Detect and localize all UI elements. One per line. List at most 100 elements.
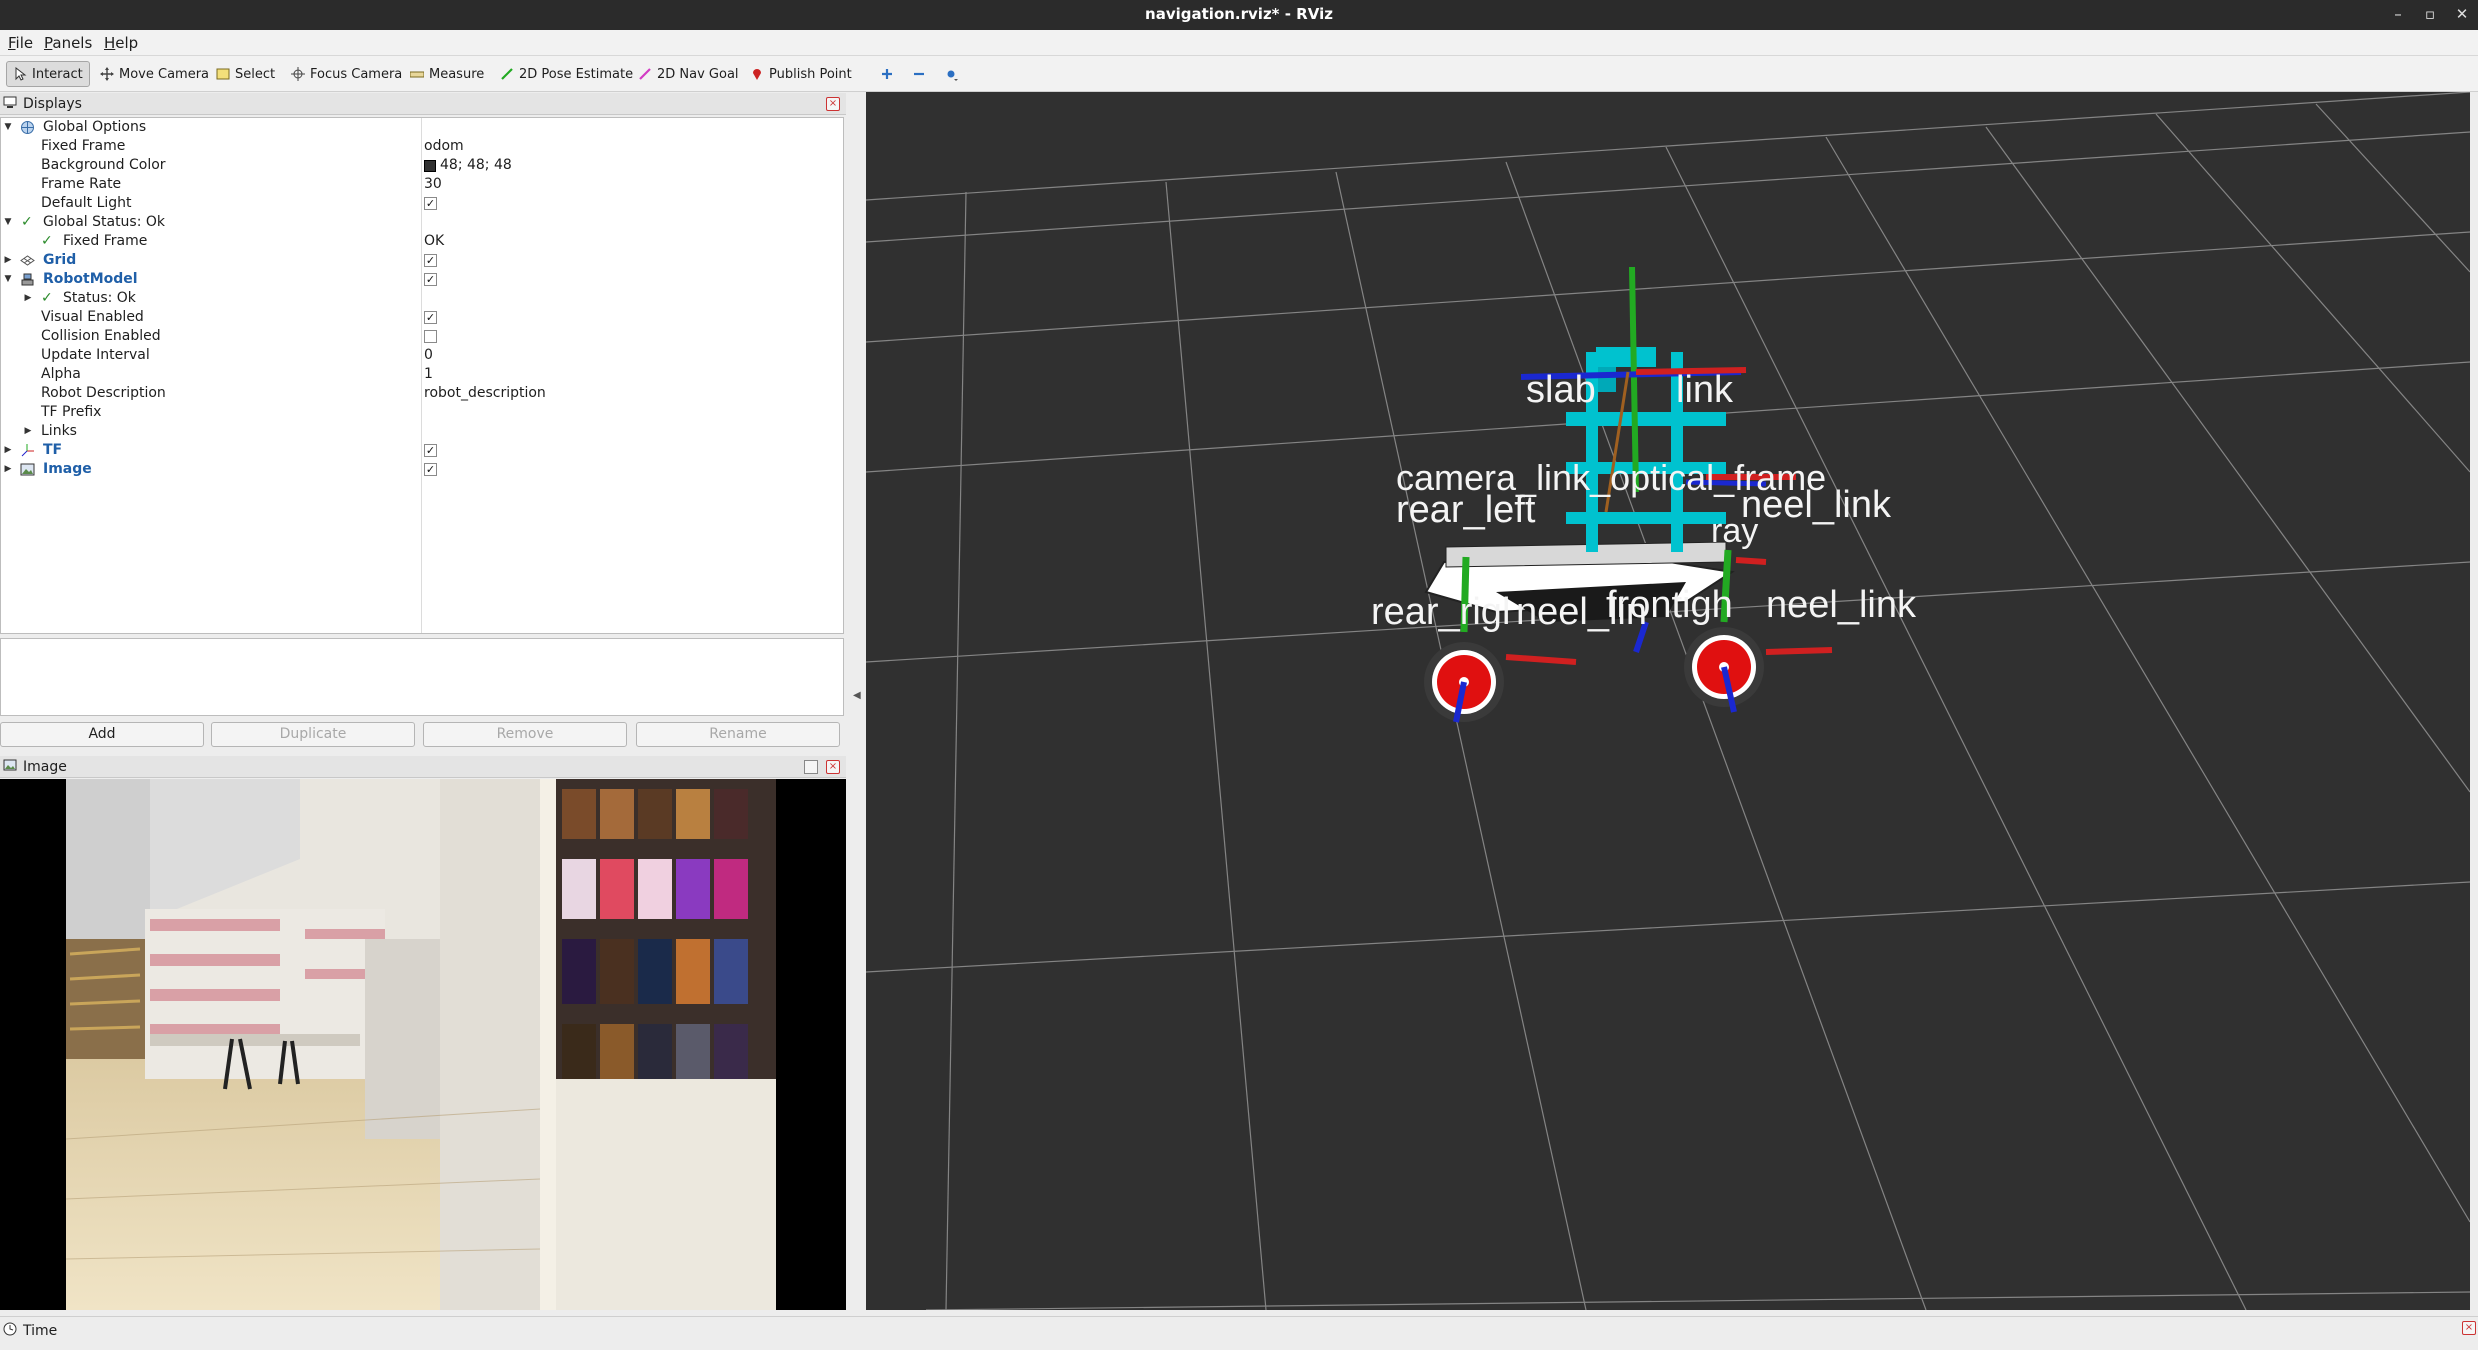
image-enabled-checkbox[interactable]: ✓ xyxy=(424,463,437,476)
pose-estimate-button[interactable]: 2D Pose Estimate xyxy=(494,61,639,87)
expand-right-icon[interactable]: ▶ xyxy=(23,422,33,441)
tree-row-global-status[interactable]: ▼ ✓ Global Status: Ok xyxy=(1,213,843,232)
close-panel-icon[interactable]: × xyxy=(2462,1321,2476,1335)
tree-row-fixed-frame[interactable]: Fixed Frame odom xyxy=(1,137,843,156)
displays-title: Displays xyxy=(23,95,82,112)
add-tool-button[interactable] xyxy=(874,61,900,87)
interact-tool-button[interactable]: Interact xyxy=(6,61,90,87)
tree-label: Collision Enabled xyxy=(41,328,161,344)
expand-right-icon[interactable]: ▶ xyxy=(3,251,13,270)
tree-row-collision-enabled[interactable]: Collision Enabled xyxy=(1,327,843,346)
tree-row-tf[interactable]: ▶ TF ✓ xyxy=(1,441,843,460)
menu-panels[interactable]: Panels xyxy=(44,34,92,52)
eye-dropdown-icon xyxy=(944,67,958,81)
tree-label: Status: Ok xyxy=(63,290,136,306)
collapse-splitter-handle[interactable]: ◀ xyxy=(853,690,861,701)
expand-down-icon[interactable]: ▼ xyxy=(3,118,13,137)
frame-label: neel_link xyxy=(1766,584,1917,626)
image-panel-icon xyxy=(3,758,17,776)
tf-enabled-checkbox[interactable]: ✓ xyxy=(424,444,437,457)
time-panel-title: Time xyxy=(23,1323,58,1339)
undock-panel-icon[interactable] xyxy=(804,760,818,774)
tree-row-visual-enabled[interactable]: Visual Enabled ✓ xyxy=(1,308,843,327)
move-camera-button[interactable]: Move Camera xyxy=(94,61,215,87)
pointer-icon xyxy=(13,66,27,81)
rename-display-button[interactable]: Rename xyxy=(636,722,840,747)
tree-row-global-options[interactable]: ▼ Global Options xyxy=(1,118,843,137)
alpha-value[interactable]: 1 xyxy=(424,365,433,384)
frame-rate-value[interactable]: 30 xyxy=(424,175,442,194)
collision-enabled-checkbox[interactable] xyxy=(424,330,437,343)
tree-row-robot-description[interactable]: Robot Description robot_description xyxy=(1,384,843,403)
tree-row-background-color[interactable]: Background Color 48; 48; 48 xyxy=(1,156,843,175)
ok-check-icon: ✓ xyxy=(41,233,53,249)
background-color-value[interactable]: 48; 48; 48 xyxy=(424,156,512,175)
clock-icon xyxy=(3,1322,17,1340)
tree-row-alpha[interactable]: Alpha 1 xyxy=(1,365,843,384)
time-panel-header: Time xyxy=(3,1322,57,1340)
tree-row-frame-rate[interactable]: Frame Rate 30 xyxy=(1,175,843,194)
expand-down-icon[interactable]: ▼ xyxy=(3,270,13,289)
duplicate-display-button[interactable]: Duplicate xyxy=(211,722,415,747)
frame-label: ray xyxy=(1711,512,1758,550)
maximize-icon[interactable]: ▫ xyxy=(2418,2,2442,26)
menu-help[interactable]: Help xyxy=(104,34,138,52)
property-description-area xyxy=(0,638,844,716)
tree-row-default-light[interactable]: Default Light ✓ xyxy=(1,194,843,213)
time-panel: Time × xyxy=(0,1316,2478,1350)
image-panel-header: Image × xyxy=(0,756,846,778)
update-interval-value[interactable]: 0 xyxy=(424,346,433,365)
scene-render: slab link rear_left neel_link rear_rigl … xyxy=(866,92,2470,1310)
robot-description-value[interactable]: robot_description xyxy=(424,384,546,403)
tree-row-robot-status[interactable]: ▶ ✓ Status: Ok xyxy=(1,289,843,308)
pose-estimate-label: 2D Pose Estimate xyxy=(519,66,634,82)
window-titlebar: navigation.rviz* - RViz – ▫ ✕ xyxy=(0,0,2478,30)
frame-label: slab xyxy=(1526,369,1596,411)
expand-down-icon[interactable]: ▼ xyxy=(3,213,13,232)
map-pin-icon xyxy=(750,67,764,81)
crosshair-icon xyxy=(291,67,305,81)
minimize-icon[interactable]: – xyxy=(2386,2,2410,26)
expand-right-icon[interactable]: ▶ xyxy=(3,460,13,479)
tree-row-update-interval[interactable]: Update Interval 0 xyxy=(1,346,843,365)
publish-point-button[interactable]: Publish Point xyxy=(744,61,858,87)
tree-row-grid[interactable]: ▶ Grid ✓ xyxy=(1,251,843,270)
close-panel-icon[interactable]: × xyxy=(826,97,840,111)
tree-row-links[interactable]: ▶ Links xyxy=(1,422,843,441)
menu-file[interactable]: File xyxy=(8,34,33,52)
tree-row-robot-model[interactable]: ▼ RobotModel ✓ xyxy=(1,270,843,289)
frame-label: link xyxy=(1676,369,1734,411)
visual-enabled-checkbox[interactable]: ✓ xyxy=(424,311,437,324)
frame-label: rear_rigl xyxy=(1371,591,1510,633)
move-arrows-icon xyxy=(100,67,114,81)
remove-display-button[interactable]: Remove xyxy=(423,722,627,747)
default-light-checkbox[interactable]: ✓ xyxy=(424,197,437,210)
nav-goal-label: 2D Nav Goal xyxy=(657,66,739,82)
close-icon[interactable]: ✕ xyxy=(2450,2,2474,26)
ok-check-icon: ✓ xyxy=(21,214,33,230)
publish-point-label: Publish Point xyxy=(769,66,852,82)
tree-label: Grid xyxy=(43,252,77,268)
select-box-icon xyxy=(216,67,230,81)
status-fixed-frame-value: OK xyxy=(424,233,445,249)
tree-row-tf-prefix[interactable]: TF Prefix xyxy=(1,403,843,422)
fixed-frame-value[interactable]: odom xyxy=(424,137,464,156)
add-display-button[interactable]: Add xyxy=(0,722,204,747)
close-panel-icon[interactable]: × xyxy=(826,760,840,774)
measure-tool-button[interactable]: Measure xyxy=(404,61,490,87)
select-tool-button[interactable]: Select xyxy=(210,61,281,87)
tree-row-image[interactable]: ▶ Image ✓ xyxy=(1,460,843,479)
grid-enabled-checkbox[interactable]: ✓ xyxy=(424,254,437,267)
expand-right-icon[interactable]: ▶ xyxy=(3,441,13,460)
window-title: navigation.rviz* - RViz xyxy=(1145,5,1333,23)
render-viewport-3d[interactable]: slab link rear_left neel_link rear_rigl … xyxy=(866,92,2470,1310)
focus-camera-button[interactable]: Focus Camera xyxy=(285,61,408,87)
view-options-button[interactable] xyxy=(938,61,964,87)
select-label: Select xyxy=(235,66,276,82)
tree-row-status-fixed-frame[interactable]: ✓ Fixed Frame OK xyxy=(1,232,843,251)
expand-right-icon[interactable]: ▶ xyxy=(23,289,33,308)
nav-goal-button[interactable]: 2D Nav Goal xyxy=(632,61,745,87)
remove-tool-button[interactable] xyxy=(906,61,932,87)
robot-model-enabled-checkbox[interactable]: ✓ xyxy=(424,273,437,286)
tree-label: RobotModel xyxy=(43,271,138,287)
